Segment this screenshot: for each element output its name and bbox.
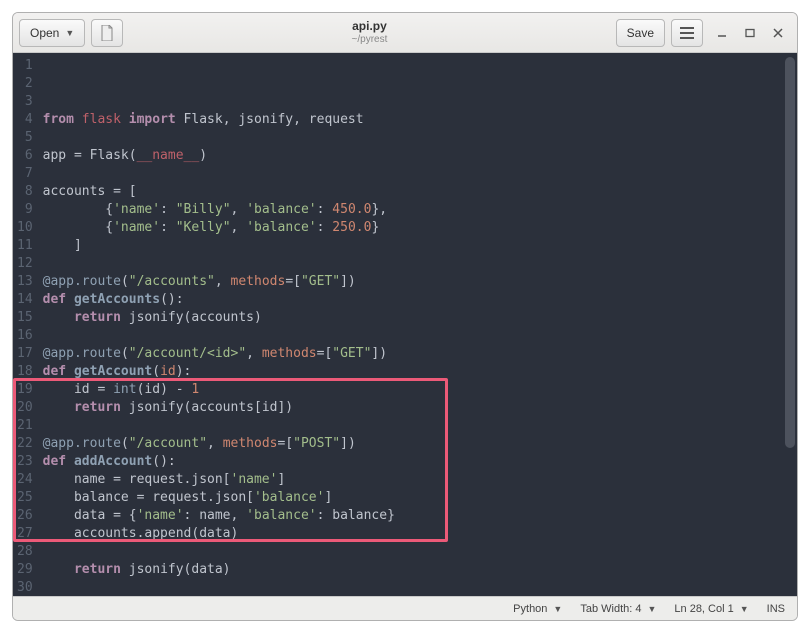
code-line[interactable]: return jsonify(accounts[id]) <box>43 399 789 417</box>
code-line[interactable]: return jsonify(data) <box>43 561 789 579</box>
line-number: 4 <box>17 111 33 129</box>
window-controls <box>709 26 791 40</box>
code-line[interactable] <box>43 543 789 561</box>
code-line[interactable]: def getAccounts(): <box>43 291 789 309</box>
status-language[interactable]: Python ▼ <box>513 603 562 615</box>
code-line[interactable]: return jsonify(accounts) <box>43 309 789 327</box>
close-button[interactable] <box>771 26 785 40</box>
line-number: 7 <box>17 165 33 183</box>
line-number: 11 <box>17 237 33 255</box>
code-line[interactable] <box>43 579 789 596</box>
scrollbar-vertical[interactable] <box>785 57 795 578</box>
open-button[interactable]: Open ▼ <box>19 19 85 47</box>
code-line[interactable]: id = int(id) - 1 <box>43 381 789 399</box>
code-line[interactable]: name = request.json['name'] <box>43 471 789 489</box>
line-number: 5 <box>17 129 33 147</box>
menu-button[interactable] <box>671 19 703 47</box>
chevron-down-icon: ▼ <box>65 28 74 38</box>
line-number: 22 <box>17 435 33 453</box>
status-cursor[interactable]: Ln 28, Col 1 ▼ <box>674 603 748 615</box>
line-number: 13 <box>17 273 33 291</box>
line-number: 29 <box>17 561 33 579</box>
line-number: 18 <box>17 363 33 381</box>
code-line[interactable]: from flask import Flask, jsonify, reques… <box>43 111 789 129</box>
line-number: 17 <box>17 345 33 363</box>
line-number: 20 <box>17 399 33 417</box>
line-number: 21 <box>17 417 33 435</box>
line-number: 8 <box>17 183 33 201</box>
code-line[interactable] <box>43 327 789 345</box>
chevron-down-icon: ▼ <box>647 604 656 614</box>
save-button[interactable]: Save <box>616 19 665 47</box>
code-line[interactable]: accounts.append(data) <box>43 525 789 543</box>
line-number: 12 <box>17 255 33 273</box>
window-subtitle: ~/pyrest <box>252 34 486 45</box>
line-number: 10 <box>17 219 33 237</box>
minimize-button[interactable] <box>715 26 729 40</box>
line-number: 15 <box>17 309 33 327</box>
line-number: 2 <box>17 75 33 93</box>
document-icon <box>100 25 114 41</box>
maximize-button[interactable] <box>743 26 757 40</box>
editor[interactable]: 1234567891011121314151617181920212223242… <box>13 53 797 596</box>
code-line[interactable]: balance = request.json['balance'] <box>43 489 789 507</box>
line-number: 25 <box>17 489 33 507</box>
window-title: api.py <box>252 20 486 33</box>
code-line[interactable] <box>43 255 789 273</box>
statusbar: Python ▼ Tab Width: 4 ▼ Ln 28, Col 1 ▼ I… <box>13 596 797 620</box>
open-label: Open <box>30 26 59 40</box>
status-mode: INS <box>767 603 785 615</box>
code-line[interactable]: ] <box>43 237 789 255</box>
line-number: 6 <box>17 147 33 165</box>
code-line[interactable]: @app.route("/account", methods=["POST"]) <box>43 435 789 453</box>
new-document-button[interactable] <box>91 19 123 47</box>
code-line[interactable] <box>43 129 789 147</box>
code-line[interactable]: def addAccount(): <box>43 453 789 471</box>
line-number: 1 <box>17 57 33 75</box>
line-number: 16 <box>17 327 33 345</box>
chevron-down-icon: ▼ <box>740 604 749 614</box>
code-line[interactable]: @app.route("/accounts", methods=["GET"]) <box>43 273 789 291</box>
code-line[interactable]: accounts = [ <box>43 183 789 201</box>
code-line[interactable]: data = {'name': name, 'balance': balance… <box>43 507 789 525</box>
status-tab-width[interactable]: Tab Width: 4 ▼ <box>580 603 656 615</box>
code-area[interactable]: from flask import Flask, jsonify, reques… <box>39 53 797 596</box>
chevron-down-icon: ▼ <box>553 604 562 614</box>
code-line[interactable] <box>43 417 789 435</box>
code-line[interactable]: @app.route("/account/<id>", methods=["GE… <box>43 345 789 363</box>
gutter: 1234567891011121314151617181920212223242… <box>13 53 39 596</box>
line-number: 27 <box>17 525 33 543</box>
code-line[interactable]: app = Flask(__name__) <box>43 147 789 165</box>
save-label: Save <box>627 26 654 40</box>
line-number: 9 <box>17 201 33 219</box>
code-line[interactable]: def getAccount(id): <box>43 363 789 381</box>
line-number: 3 <box>17 93 33 111</box>
line-number: 26 <box>17 507 33 525</box>
scrollbar-thumb[interactable] <box>785 57 795 448</box>
code-line[interactable] <box>43 165 789 183</box>
code-line[interactable]: {'name': "Billy", 'balance': 450.0}, <box>43 201 789 219</box>
line-number: 30 <box>17 579 33 596</box>
line-number: 23 <box>17 453 33 471</box>
line-number: 19 <box>17 381 33 399</box>
title-block: api.py ~/pyrest <box>252 20 486 44</box>
code-line[interactable]: {'name': "Kelly", 'balance': 250.0} <box>43 219 789 237</box>
line-number: 24 <box>17 471 33 489</box>
line-number: 14 <box>17 291 33 309</box>
toolbar: Open ▼ api.py ~/pyrest Save <box>13 13 797 53</box>
line-number: 28 <box>17 543 33 561</box>
hamburger-icon <box>680 27 694 39</box>
